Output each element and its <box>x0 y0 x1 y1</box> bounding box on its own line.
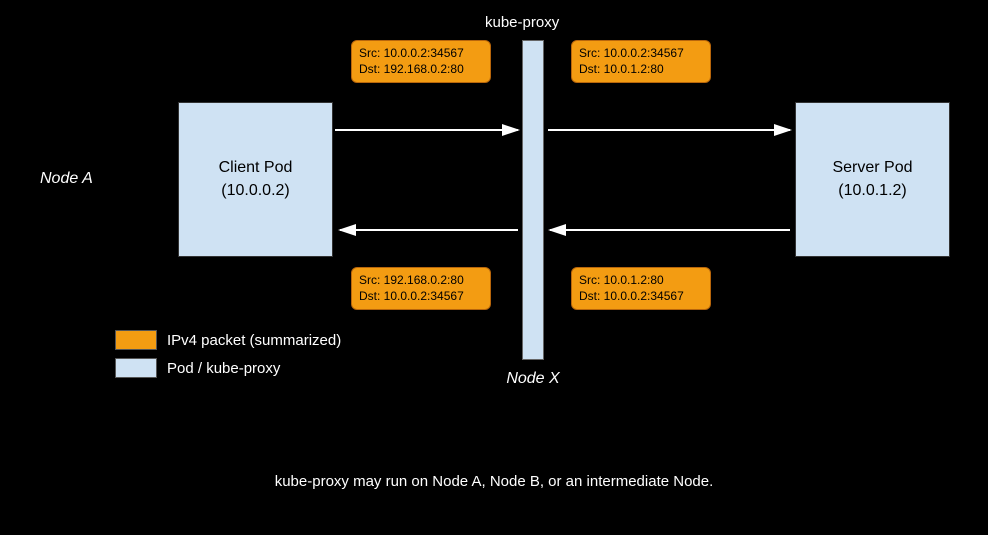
packet-4: Src: 10.0.1.2:80 Dst: 10.0.0.2:34567 <box>571 267 711 310</box>
packet-3: Src: 192.168.0.2:80 Dst: 10.0.0.2:34567 <box>351 267 491 310</box>
node-a-label: Node A <box>40 170 93 188</box>
legend-label-packet: IPv4 packet (summarized) <box>167 332 341 349</box>
kube-proxy-label: kube-proxy <box>485 14 559 31</box>
footnote: kube-proxy may run on Node A, Node B, or… <box>10 473 978 490</box>
packet-2: Src: 10.0.0.2:34567 Dst: 10.0.1.2:80 <box>571 40 711 83</box>
kube-proxy <box>522 40 544 360</box>
server-pod-ip: (10.0.1.2) <box>838 180 906 202</box>
packet-3-src: Src: 192.168.0.2:80 <box>359 273 483 289</box>
packet-4-dst: Dst: 10.0.0.2:34567 <box>579 289 703 305</box>
arrows-layer <box>10 10 978 510</box>
client-pod-ip: (10.0.0.2) <box>221 180 289 202</box>
packet-4-src: Src: 10.0.1.2:80 <box>579 273 703 289</box>
packet-1-src: Src: 10.0.0.2:34567 <box>359 46 483 62</box>
legend: IPv4 packet (summarized) Pod / kube-prox… <box>115 330 341 386</box>
server-pod: Server Pod (10.0.1.2) <box>795 102 950 257</box>
packet-2-dst: Dst: 10.0.1.2:80 <box>579 62 703 78</box>
node-x-label: Node X <box>503 370 563 388</box>
packet-3-dst: Dst: 10.0.0.2:34567 <box>359 289 483 305</box>
legend-swatch-pod <box>115 358 157 378</box>
legend-label-pod: Pod / kube-proxy <box>167 360 280 377</box>
legend-swatch-packet <box>115 330 157 350</box>
packet-1-dst: Dst: 192.168.0.2:80 <box>359 62 483 78</box>
client-pod-title: Client Pod <box>219 157 293 179</box>
server-pod-title: Server Pod <box>832 157 912 179</box>
packet-1: Src: 10.0.0.2:34567 Dst: 192.168.0.2:80 <box>351 40 491 83</box>
client-pod: Client Pod (10.0.0.2) <box>178 102 333 257</box>
packet-2-src: Src: 10.0.0.2:34567 <box>579 46 703 62</box>
